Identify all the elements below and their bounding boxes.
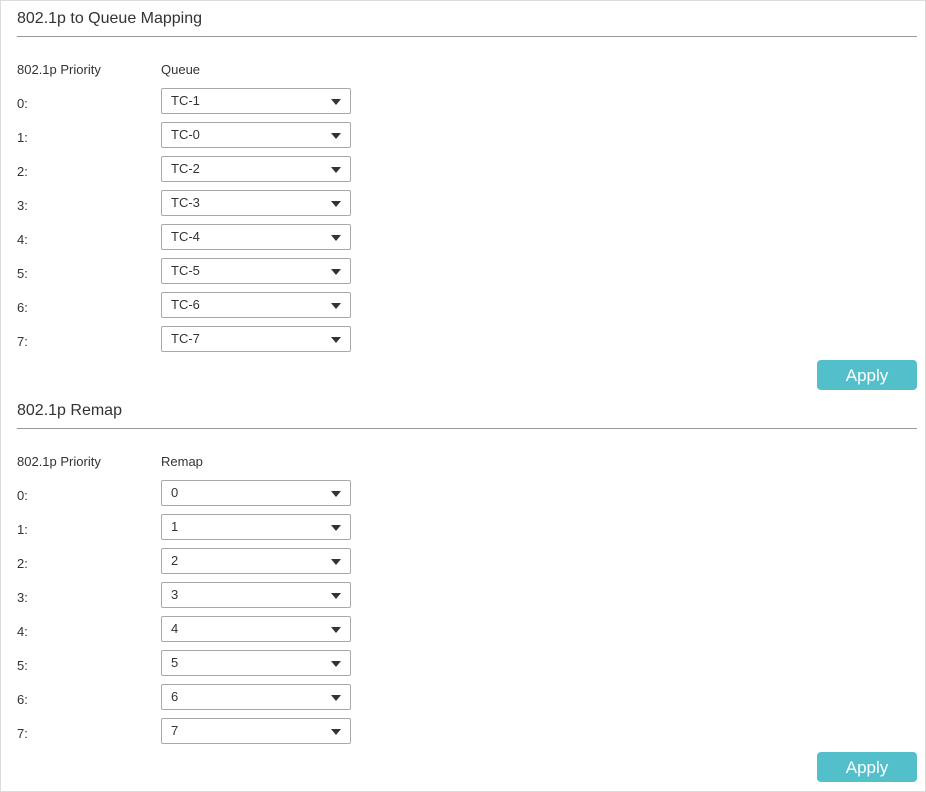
queue-mapping-apply-button[interactable]: Apply (817, 360, 917, 390)
chevron-down-icon (331, 627, 341, 633)
chevron-down-icon (331, 593, 341, 599)
chevron-down-icon (331, 525, 341, 531)
queue-row-5: 5: TC-5 (17, 258, 917, 292)
queue-row-1: 1: TC-0 (17, 122, 917, 156)
queue-select-3[interactable]: TC-3 (161, 190, 351, 216)
remap-row-2: 2: 2 (17, 548, 917, 582)
queue-select-6[interactable]: TC-6 (161, 292, 351, 318)
remap-select-7[interactable]: 7 (161, 718, 351, 744)
queue-row-6: 6: TC-6 (17, 292, 917, 326)
priority-label: 2: (17, 164, 28, 179)
remap-select-1[interactable]: 1 (161, 514, 351, 540)
select-value: TC-4 (171, 229, 200, 244)
remap-select-6[interactable]: 6 (161, 684, 351, 710)
priority-label: 4: (17, 232, 28, 247)
remap-select-4[interactable]: 4 (161, 616, 351, 642)
priority-label: 0: (17, 488, 28, 503)
priority-label: 1: (17, 130, 28, 145)
remap-row-5: 5: 5 (17, 650, 917, 684)
select-value: 2 (171, 553, 179, 568)
select-value: TC-7 (171, 331, 200, 346)
select-value: TC-2 (171, 161, 200, 176)
queue-mapping-section: 802.1p to Queue Mapping 802.1p Priority … (17, 1, 917, 360)
queue-mapping-header: 802.1p Priority Queue (17, 62, 917, 78)
page-frame: 802.1p to Queue Mapping 802.1p Priority … (0, 0, 926, 792)
chevron-down-icon (331, 729, 341, 735)
select-value: 1 (171, 519, 179, 534)
select-value: 6 (171, 689, 179, 704)
select-value: 7 (171, 723, 179, 738)
priority-label: 6: (17, 692, 28, 707)
priority-label: 1: (17, 522, 28, 537)
remap-header: 802.1p Priority Remap (17, 454, 917, 470)
queue-row-7: 7: TC-7 (17, 326, 917, 360)
chevron-down-icon (331, 661, 341, 667)
priority-label: 3: (17, 590, 28, 605)
select-value: TC-0 (171, 127, 200, 142)
queue-select-2[interactable]: TC-2 (161, 156, 351, 182)
select-value: 5 (171, 655, 179, 670)
remap-row-1: 1: 1 (17, 514, 917, 548)
select-value: TC-5 (171, 263, 200, 278)
chevron-down-icon (331, 303, 341, 309)
priority-label: 5: (17, 658, 28, 673)
chevron-down-icon (331, 491, 341, 497)
priority-column-header: 802.1p Priority (17, 62, 101, 77)
queue-row-4: 4: TC-4 (17, 224, 917, 258)
select-value: TC-1 (171, 93, 200, 108)
remap-column-header: Remap (161, 454, 203, 469)
remap-row-6: 6: 6 (17, 684, 917, 718)
remap-row-3: 3: 3 (17, 582, 917, 616)
chevron-down-icon (331, 133, 341, 139)
priority-label: 7: (17, 726, 28, 741)
priority-label: 2: (17, 556, 28, 571)
queue-mapping-title: 802.1p to Queue Mapping (17, 1, 917, 37)
select-value: 0 (171, 485, 179, 500)
chevron-down-icon (331, 99, 341, 105)
select-value: TC-6 (171, 297, 200, 312)
queue-select-4[interactable]: TC-4 (161, 224, 351, 250)
chevron-down-icon (331, 559, 341, 565)
queue-select-1[interactable]: TC-0 (161, 122, 351, 148)
remap-row-0: 0: 0 (17, 480, 917, 514)
priority-label: 4: (17, 624, 28, 639)
queue-mapping-rows: 0: TC-1 1: TC-0 2: TC-2 3: TC-3 4: TC-4 … (17, 88, 917, 360)
select-value: 3 (171, 587, 179, 602)
remap-select-2[interactable]: 2 (161, 548, 351, 574)
select-value: TC-3 (171, 195, 200, 210)
chevron-down-icon (331, 201, 341, 207)
queue-row-0: 0: TC-1 (17, 88, 917, 122)
priority-label: 5: (17, 266, 28, 281)
remap-row-7: 7: 7 (17, 718, 917, 752)
queue-select-7[interactable]: TC-7 (161, 326, 351, 352)
priority-label: 0: (17, 96, 28, 111)
remap-rows: 0: 0 1: 1 2: 2 3: 3 4: 4 5: 5 6: 6 7: 7 (17, 480, 917, 752)
chevron-down-icon (331, 337, 341, 343)
chevron-down-icon (331, 167, 341, 173)
queue-column-header: Queue (161, 62, 201, 77)
chevron-down-icon (331, 235, 341, 241)
priority-column-header: 802.1p Priority (17, 454, 101, 469)
chevron-down-icon (331, 269, 341, 275)
remap-title: 802.1p Remap (17, 393, 917, 429)
remap-row-4: 4: 4 (17, 616, 917, 650)
chevron-down-icon (331, 695, 341, 701)
queue-select-5[interactable]: TC-5 (161, 258, 351, 284)
queue-row-3: 3: TC-3 (17, 190, 917, 224)
remap-select-5[interactable]: 5 (161, 650, 351, 676)
remap-section: 802.1p Remap 802.1p Priority Remap 0: 0 … (17, 393, 917, 752)
remap-select-0[interactable]: 0 (161, 480, 351, 506)
queue-select-0[interactable]: TC-1 (161, 88, 351, 114)
priority-label: 6: (17, 300, 28, 315)
queue-row-2: 2: TC-2 (17, 156, 917, 190)
select-value: 4 (171, 621, 179, 636)
remap-apply-button[interactable]: Apply (817, 752, 917, 782)
priority-label: 7: (17, 334, 28, 349)
remap-select-3[interactable]: 3 (161, 582, 351, 608)
priority-label: 3: (17, 198, 28, 213)
